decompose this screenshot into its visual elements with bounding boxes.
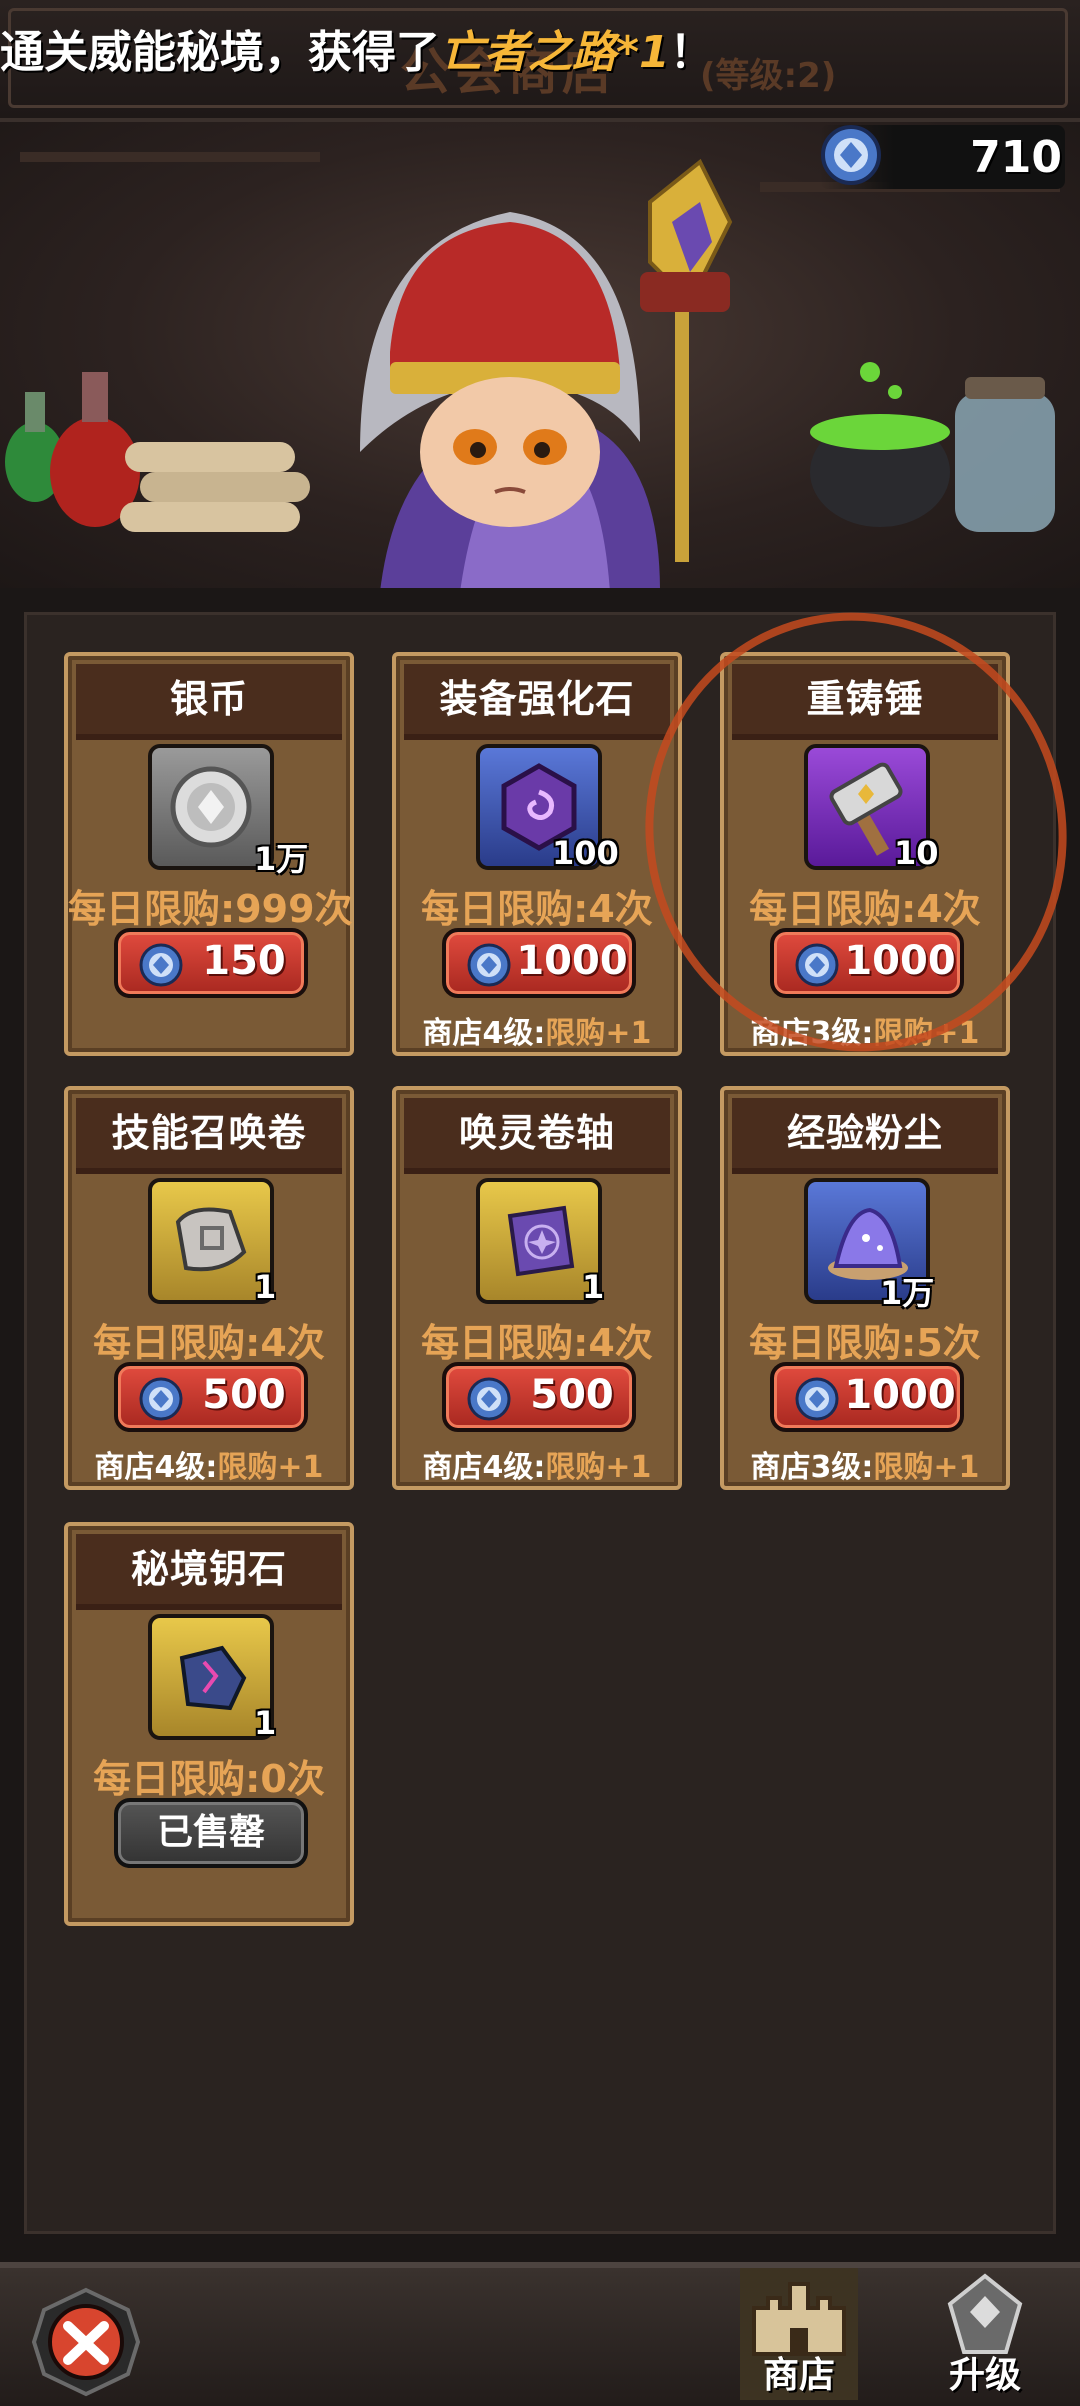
bonus-condition: 商店4级: [94,1450,218,1485]
bonus-value: 限购+1 [217,1450,324,1485]
bonus-value: 限购+1 [545,1450,652,1485]
buy-button[interactable]: 150 [114,928,308,998]
blue-coin-icon [139,1377,183,1421]
blue-coin-icon [467,1377,511,1421]
price-label: 1000 [516,938,628,984]
castle-icon [752,2282,846,2356]
bonus-condition: 商店4级: [422,1016,546,1051]
blue-coin-icon [795,943,839,987]
item-name: 经验粉尘 [732,1098,998,1174]
daily-limit: 每日限购:4次 [421,887,653,931]
buy-button[interactable]: 500 [114,1362,308,1432]
item-quantity: 1万 [254,840,309,878]
daily-limit: 每日限购:0次 [93,1757,325,1801]
daily-limit: 每日限购:5次 [749,1321,981,1365]
item-quantity: 1 [582,1268,605,1306]
buy-button[interactable]: 500 [442,1362,636,1432]
bonus-condition: 商店3级: [750,1016,874,1051]
blue-coin-icon [821,125,881,185]
shop-item-exp-dust[interactable]: 经验粉尘 1万 每日限购:5次 1000 商店3级:限购+1 [720,1086,1010,1490]
shop-level-bonus: 商店4级:限购+1 [396,1442,678,1486]
item-name: 重铸锤 [732,664,998,740]
bonus-value: 限购+1 [873,1016,980,1051]
shop-item-hammer[interactable]: 重铸锤 10 每日限购:4次 1000 商店3级:限购+1 [720,652,1010,1056]
buy-button[interactable]: 1000 [770,1362,964,1432]
tab-upgrade-label: 升级 [948,2355,1021,2396]
item-quantity: 100 [552,834,619,872]
daily-limit: 每日限购:4次 [421,1321,653,1365]
item-quantity: 1万 [880,1274,935,1312]
notice-suffix: ！ [669,27,714,78]
bonus-value: 限购+1 [873,1450,980,1485]
daily-limit: 每日限购:4次 [93,1321,325,1365]
close-icon[interactable] [30,2286,142,2398]
item-quantity: 1 [254,1704,277,1742]
buy-button[interactable]: 1000 [770,928,964,998]
bonus-condition: 商店4级: [422,1450,546,1485]
shop-level: (等级:2) [700,56,837,96]
price-label: 500 [530,1372,614,1418]
item-name: 技能召唤卷 [76,1098,342,1174]
shop-level-bonus: 商店4级:限购+1 [396,1008,678,1052]
blue-coin-icon [139,943,183,987]
upgrade-crest-icon [947,2273,1023,2354]
shop-item-silver-coin[interactable]: 银币 1万 每日限购:999次 150 [64,652,354,1056]
shopkeeper-scene [0,122,1080,588]
daily-limit: 每日限购:999次 [68,887,353,931]
item-name: 唤灵卷轴 [404,1098,670,1174]
reward-notice: 通关威能秘境，获得了亡者之路*1！ [0,16,714,80]
price-label: 1000 [844,938,956,984]
item-quantity: 10 [894,834,939,872]
shopkeeper-illustration [5,152,1060,588]
notice-prefix: 通关威能秘境，获得了 [0,27,440,78]
notice-highlight: 亡者之路*1 [440,27,670,78]
currency-value: 710 [970,132,1062,183]
sold-out-button: 已售罄 [114,1798,308,1868]
price-label: 500 [202,1372,286,1418]
blue-coin-icon [795,1377,839,1421]
blue-coin-icon [467,943,511,987]
item-quantity: 1 [254,1268,277,1306]
shop-level-bonus: 商店3级:限购+1 [724,1008,1006,1052]
tab-shop[interactable]: 商店 [740,2268,858,2400]
bonus-condition: 商店3级: [750,1450,874,1485]
top-bar: 公会商店 (等级:2) 通关威能秘境，获得了亡者之路*1！ [0,0,1080,122]
shop-level-bonus: 商店4级:限购+1 [68,1442,350,1486]
tab-shop-label: 商店 [762,2355,835,2396]
shop-item-summon-scroll[interactable]: 唤灵卷轴 1 每日限购:4次 500 商店4级:限购+1 [392,1086,682,1490]
daily-limit: 每日限购:4次 [749,887,981,931]
shop-item-skill-scroll[interactable]: 技能召唤卷 1 每日限购:4次 500 商店4级:限购+1 [64,1086,354,1490]
shop-level-bonus: 商店3级:限购+1 [724,1442,1006,1486]
price-label: 150 [202,938,286,984]
item-name: 装备强化石 [404,664,670,740]
item-name: 秘境钥石 [76,1534,342,1610]
bonus-value: 限购+1 [545,1016,652,1051]
tab-upgrade[interactable]: 升级 [920,2268,1050,2400]
price-label: 1000 [844,1372,956,1418]
shop-item-key-stone[interactable]: 秘境钥石 1 每日限购:0次 已售罄 [64,1522,354,1926]
item-name: 银币 [76,664,342,740]
bottom-nav [0,2262,1080,2406]
buy-button[interactable]: 1000 [442,928,636,998]
shop-item-enhance-stone[interactable]: 装备强化石 100 每日限购:4次 1000 商店4级:限购+1 [392,652,682,1056]
